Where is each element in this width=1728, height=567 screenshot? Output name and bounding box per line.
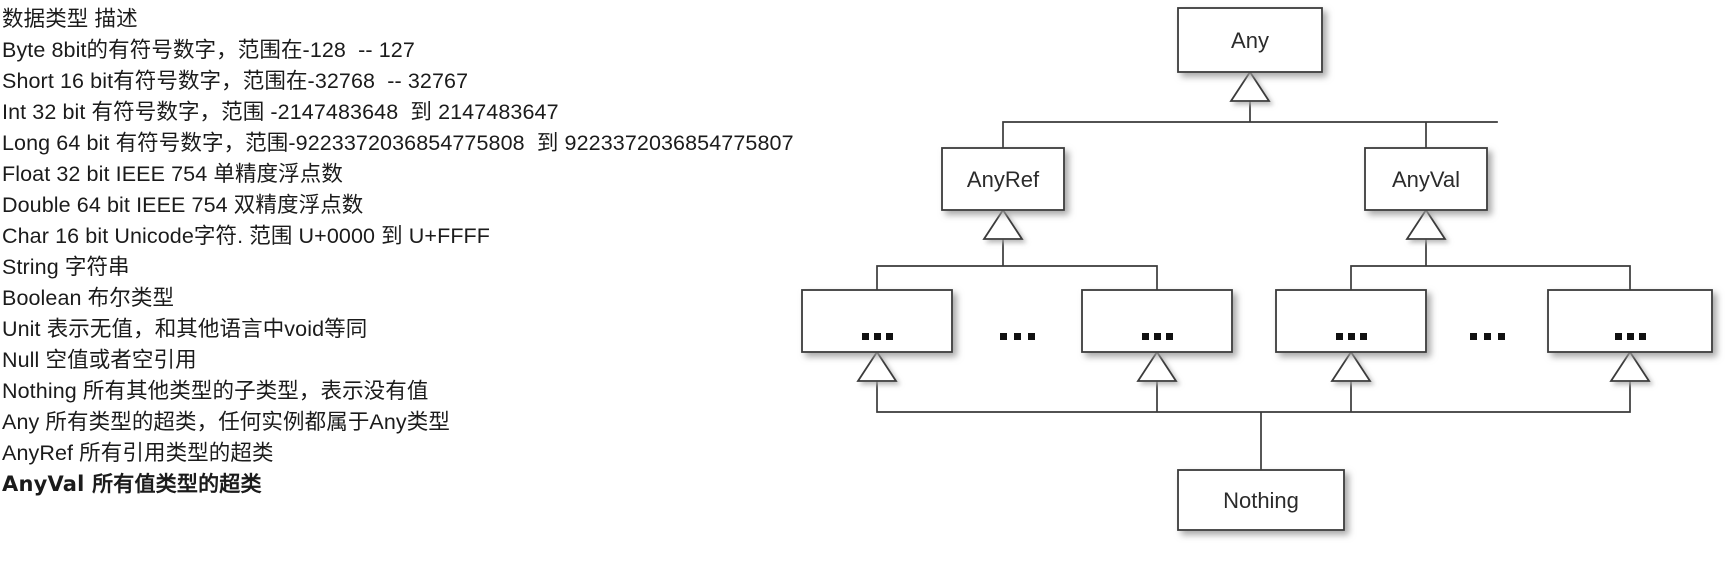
uml-box-nothing[interactable]: Nothing <box>1177 469 1345 531</box>
inheritance-arrow-icon <box>1136 350 1178 382</box>
ellipsis-icon <box>1142 333 1173 340</box>
uml-box-anyval[interactable]: AnyVal <box>1364 147 1488 211</box>
inheritance-arrow-icon <box>1229 70 1271 102</box>
uml-box-label: AnyRef <box>967 167 1040 192</box>
uml-box-any[interactable]: Any <box>1177 7 1323 73</box>
ellipsis-icon <box>1470 333 1505 340</box>
inheritance-arrow-icon <box>982 208 1024 240</box>
standalone-ellipses <box>1000 333 1505 340</box>
inheritance-arrow-icon <box>1609 350 1651 382</box>
scala-type-hierarchy-diagram: Any AnyRef AnyVal Nothing <box>0 0 1728 567</box>
uml-box-label: Nothing <box>1223 488 1299 513</box>
inheritance-arrow-icon <box>1405 208 1447 240</box>
uml-box-label: Any <box>1231 28 1269 53</box>
uml-box-anyref[interactable]: AnyRef <box>941 147 1065 211</box>
ellipsis-icon <box>1000 333 1035 340</box>
ellipsis-icon <box>1615 333 1646 340</box>
edge-nothing-bus <box>876 379 1631 471</box>
uml-box-anyref-subtype-1[interactable]: ... <box>0 0 953 353</box>
ellipsis-icon <box>1336 333 1367 340</box>
edge-anyval-bus <box>1350 237 1631 291</box>
edge-anyref-bus <box>876 237 1158 291</box>
uml-box-label: AnyVal <box>1392 167 1460 192</box>
ellipsis-icon <box>862 333 893 340</box>
inheritance-arrow-icon <box>1330 350 1372 382</box>
figure-root: 数据类型 描述 Byte 8bit的有符号数字，范围在-128 -- 127 S… <box>0 0 1728 567</box>
edge-any-bus <box>1002 99 1498 149</box>
inheritance-arrow-icon <box>856 350 898 382</box>
uml-boxes: Any AnyRef AnyVal Nothing <box>0 0 1713 531</box>
inheritance-arrowheads <box>856 70 1651 382</box>
